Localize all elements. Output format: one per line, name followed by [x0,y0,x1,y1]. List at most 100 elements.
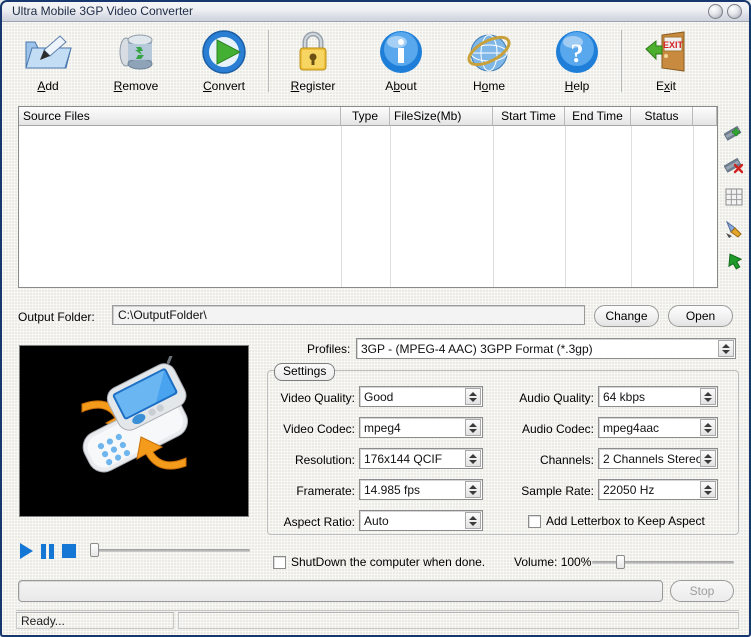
file-list-header: Source Files Type FileSize(Mb) Start Tim… [19,107,717,126]
resolution-spinner[interactable] [465,450,481,467]
framerate-value: 14.985 fps [364,483,421,497]
letterbox-checkbox[interactable] [528,515,541,528]
play-icon[interactable] [20,543,33,559]
title-bar: Ultra Mobile 3GP Video Converter [2,2,749,22]
audio-codec-combobox[interactable]: mpeg4aac [598,417,718,438]
sample-rate-value: 22050 Hz [603,483,655,497]
conversion-progress-bar [18,580,663,602]
toolbar-label-about: About [385,79,417,93]
aspect-ratio-spinner[interactable] [465,512,481,529]
profiles-spinner[interactable] [718,340,734,357]
video-codec-spinner[interactable] [465,419,481,436]
column-header-type[interactable]: Type [341,107,390,125]
column-header-filesize[interactable]: FileSize(Mb) [390,107,493,125]
film-remove-icon[interactable] [723,154,745,176]
cut-tool-icon[interactable] [723,218,745,240]
video-quality-value: Good [364,390,394,404]
video-quality-combobox[interactable]: Good [359,386,483,407]
channels-spinner[interactable] [700,450,716,467]
stop-button[interactable]: Stop [670,580,734,602]
channels-label: Channels: [539,453,594,467]
seek-thumb[interactable] [90,543,99,557]
seek-slider[interactable] [90,543,250,557]
toolbar-button-add[interactable]: Add [4,22,92,100]
sample-rate-combobox[interactable]: 22050 Hz [598,479,718,500]
video-codec-combobox[interactable]: mpeg4 [359,417,483,438]
toolbar-label-remove: Remove [113,79,159,93]
playback-controls [20,543,76,559]
profiles-label: Profiles: [307,342,351,356]
video-quality-spinner[interactable] [465,388,481,405]
film-add-icon[interactable] [723,122,745,144]
toolbar-label-exit: Exit [655,79,676,93]
stop-icon[interactable] [62,544,76,558]
column-header-end-time[interactable]: End Time [565,107,631,125]
padlock-icon [291,28,335,76]
info-circle-icon [378,28,424,76]
output-folder-input[interactable]: C:\OutputFolder\ [112,305,585,325]
profiles-value: 3GP - (MPEG-4 AAC) 3GPP Format (*.3gp) [361,342,593,356]
channels-combobox[interactable]: 2 Channels Stereo [598,448,718,469]
toolbar-label-help: Help [564,79,590,93]
shutdown-label[interactable]: ShutDown the computer when done. [291,555,485,569]
sample-rate-spinner[interactable] [700,481,716,498]
grid-line [565,126,566,287]
aspect-ratio-value: Auto [364,514,389,528]
letterbox-label[interactable]: Add Letterbox to Keep Aspect [546,514,705,528]
grid-line [390,126,391,287]
profiles-combobox[interactable]: 3GP - (MPEG-4 AAC) 3GPP Format (*.3gp) [356,338,736,359]
grid-line [341,126,342,287]
column-header-source-files[interactable]: Source Files [19,107,341,125]
video-codec-label: Video Codec: [283,422,355,436]
video-preview[interactable] [19,345,249,517]
column-header-start-time[interactable]: Start Time [493,107,565,125]
seek-track [90,549,250,552]
source-file-list[interactable]: Source Files Type FileSize(Mb) Start Tim… [18,106,718,288]
toolbar-button-remove[interactable]: Remove [92,22,180,100]
svg-text:?: ? [571,39,584,68]
framerate-spinner[interactable] [465,481,481,498]
open-button[interactable]: Open [668,305,733,327]
audio-quality-value: 64 kbps [603,390,646,404]
svg-text:EXIT: EXIT [663,40,684,50]
minimize-button[interactable] [708,4,723,19]
aspect-ratio-combobox[interactable]: Auto [359,510,483,531]
change-button[interactable]: Change [594,305,659,327]
toolbar-button-exit[interactable]: EXIT Exit [622,22,710,100]
toolbar-label-convert: Convert [202,79,246,93]
audio-codec-spinner[interactable] [700,419,716,436]
volume-track [592,561,734,564]
settings-group-label: Settings [274,363,336,381]
toolbar-button-about[interactable]: About [357,22,445,100]
window-title: Ultra Mobile 3GP Video Converter [12,4,193,18]
framerate-combobox[interactable]: 14.985 fps [359,479,483,500]
grid-line [631,126,632,287]
resolution-combobox[interactable]: 176x144 QCIF [359,448,483,469]
status-text-right [178,612,739,629]
shutdown-checkbox[interactable] [273,556,286,569]
volume-thumb[interactable] [615,555,625,569]
close-button[interactable] [727,4,742,19]
recycle-bin-icon [112,28,160,76]
status-text-left: Ready... [16,612,174,629]
green-arrow-icon[interactable] [723,250,745,272]
column-header-filler [693,107,717,125]
resolution-label: Resolution: [294,453,355,467]
toolbar-button-help[interactable]: ? Help [533,22,621,100]
grid-icon[interactable] [723,186,745,208]
volume-slider[interactable] [592,555,734,569]
column-header-status[interactable]: Status [631,107,693,125]
video-codec-value: mpeg4 [364,421,401,435]
list-tool-strip [720,106,747,304]
toolbar-button-home[interactable]: Home [445,22,533,100]
pause-icon[interactable] [41,543,54,559]
audio-quality-label: Audio Quality: [519,391,594,405]
exit-door-icon: EXIT [642,28,690,76]
toolbar-button-register[interactable]: Register [269,22,357,100]
file-list-body[interactable] [19,126,717,287]
grid-line [693,126,694,287]
play-circle-icon [200,28,248,76]
audio-quality-spinner[interactable] [700,388,716,405]
audio-quality-combobox[interactable]: 64 kbps [598,386,718,407]
toolbar-button-convert[interactable]: Convert [180,22,268,100]
